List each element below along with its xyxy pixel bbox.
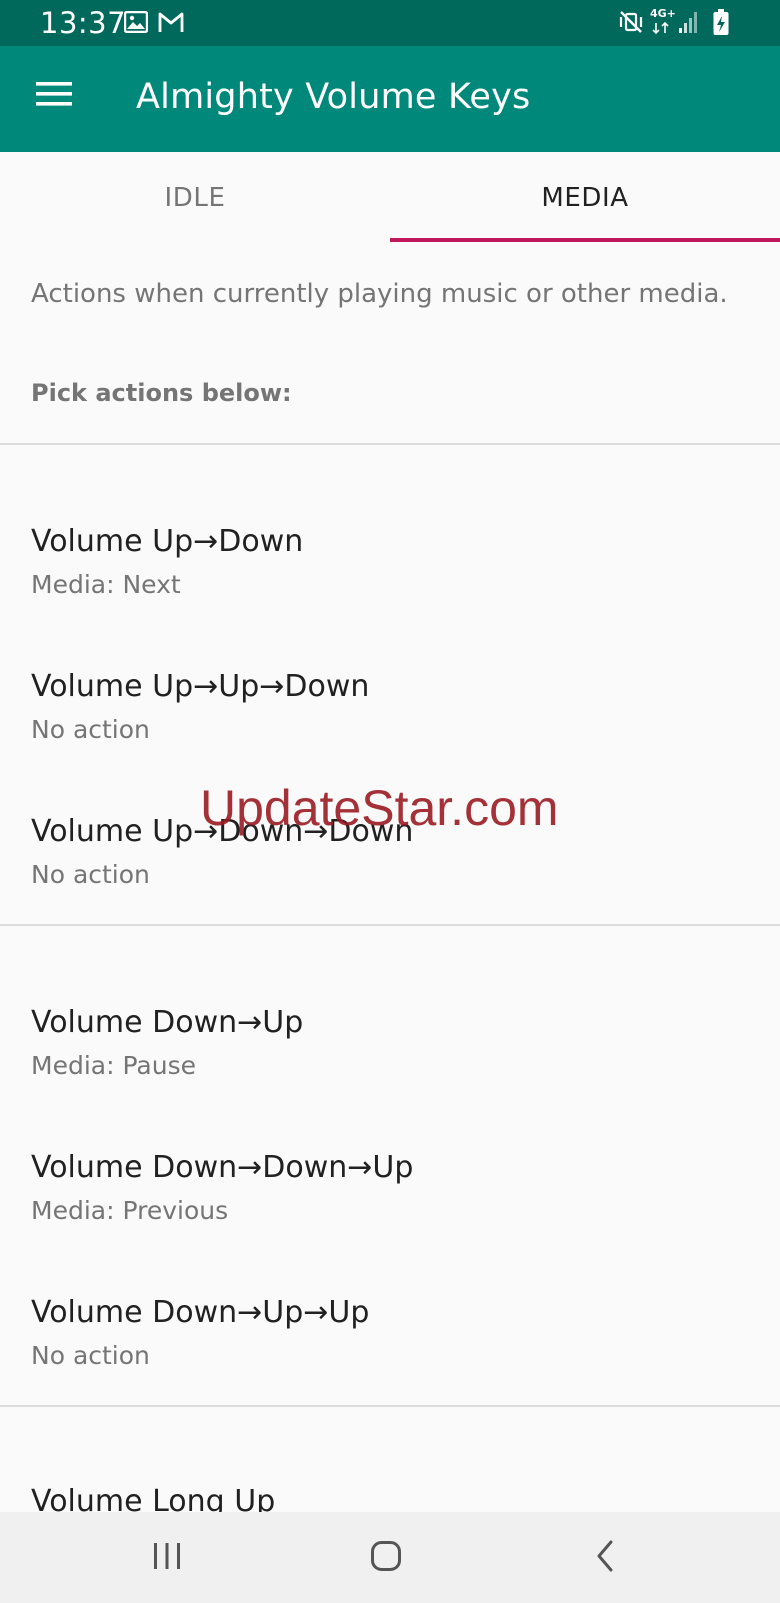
action-item-summary: Media: Previous	[31, 1196, 229, 1225]
battery-charging-icon	[712, 9, 730, 41]
action-item-down-up[interactable]: Volume Down→Up Media: Pause	[31, 1003, 751, 1113]
network-label: 4G+	[650, 7, 676, 20]
back-button[interactable]	[560, 1520, 650, 1596]
navigation-menu-button[interactable]	[22, 64, 86, 128]
action-item-summary: No action	[31, 715, 150, 744]
action-item-summary: No action	[31, 860, 150, 889]
hamburger-menu-icon	[36, 81, 72, 111]
recent-apps-icon	[152, 1542, 182, 1574]
action-item-title: Volume Up→Down	[31, 524, 304, 559]
divider	[0, 1405, 780, 1407]
home-button[interactable]	[341, 1520, 431, 1596]
app-bar: Almighty Volume Keys	[0, 46, 780, 152]
home-icon	[370, 1540, 402, 1576]
system-navigation-bar	[0, 1512, 780, 1603]
media-description: Actions when currently playing music or …	[31, 279, 728, 309]
4g-icon: 4G+	[650, 8, 676, 39]
divider	[0, 924, 780, 926]
action-item-title: Volume Down→Down→Up	[31, 1150, 414, 1185]
action-item-down-up-up[interactable]: Volume Down→Up→Up No action	[31, 1293, 751, 1403]
action-item-summary: Media: Next	[31, 570, 181, 599]
status-time: 13:37	[40, 6, 127, 40]
pick-actions-label: Pick actions below:	[31, 379, 292, 407]
tab-media[interactable]: MEDIA	[390, 152, 780, 244]
action-item-summary: No action	[31, 1341, 150, 1370]
tab-bar: IDLE MEDIA	[0, 152, 780, 244]
watermark: UpdateStar.com	[200, 780, 559, 836]
tab-indicator	[390, 238, 780, 242]
action-item-summary: Media: Pause	[31, 1051, 196, 1080]
partial-list-item[interactable]: Volume Long Up	[0, 1470, 780, 1512]
action-item-up-up-down[interactable]: Volume Up→Up→Down No action	[31, 667, 751, 777]
status-bar: 13:37 4G+	[0, 0, 780, 46]
action-item-title: Volume Long Up	[31, 1484, 276, 1512]
mute-vibrate-icon	[618, 9, 644, 39]
action-item-title: Volume Up→Up→Down	[31, 669, 370, 704]
action-item-title: Volume Down→Up→Up	[31, 1295, 370, 1330]
signal-icon	[678, 9, 700, 39]
app-title: Almighty Volume Keys	[136, 77, 531, 117]
action-item-up-down[interactable]: Volume Up→Down Media: Next	[31, 522, 751, 632]
recent-apps-button[interactable]	[122, 1520, 212, 1596]
gmail-icon	[158, 11, 184, 37]
image-icon	[123, 10, 149, 37]
action-item-down-down-up[interactable]: Volume Down→Down→Up Media: Previous	[31, 1148, 751, 1258]
tab-idle[interactable]: IDLE	[0, 152, 390, 244]
divider	[0, 443, 780, 445]
back-icon	[595, 1540, 615, 1576]
action-item-title: Volume Down→Up	[31, 1005, 304, 1040]
